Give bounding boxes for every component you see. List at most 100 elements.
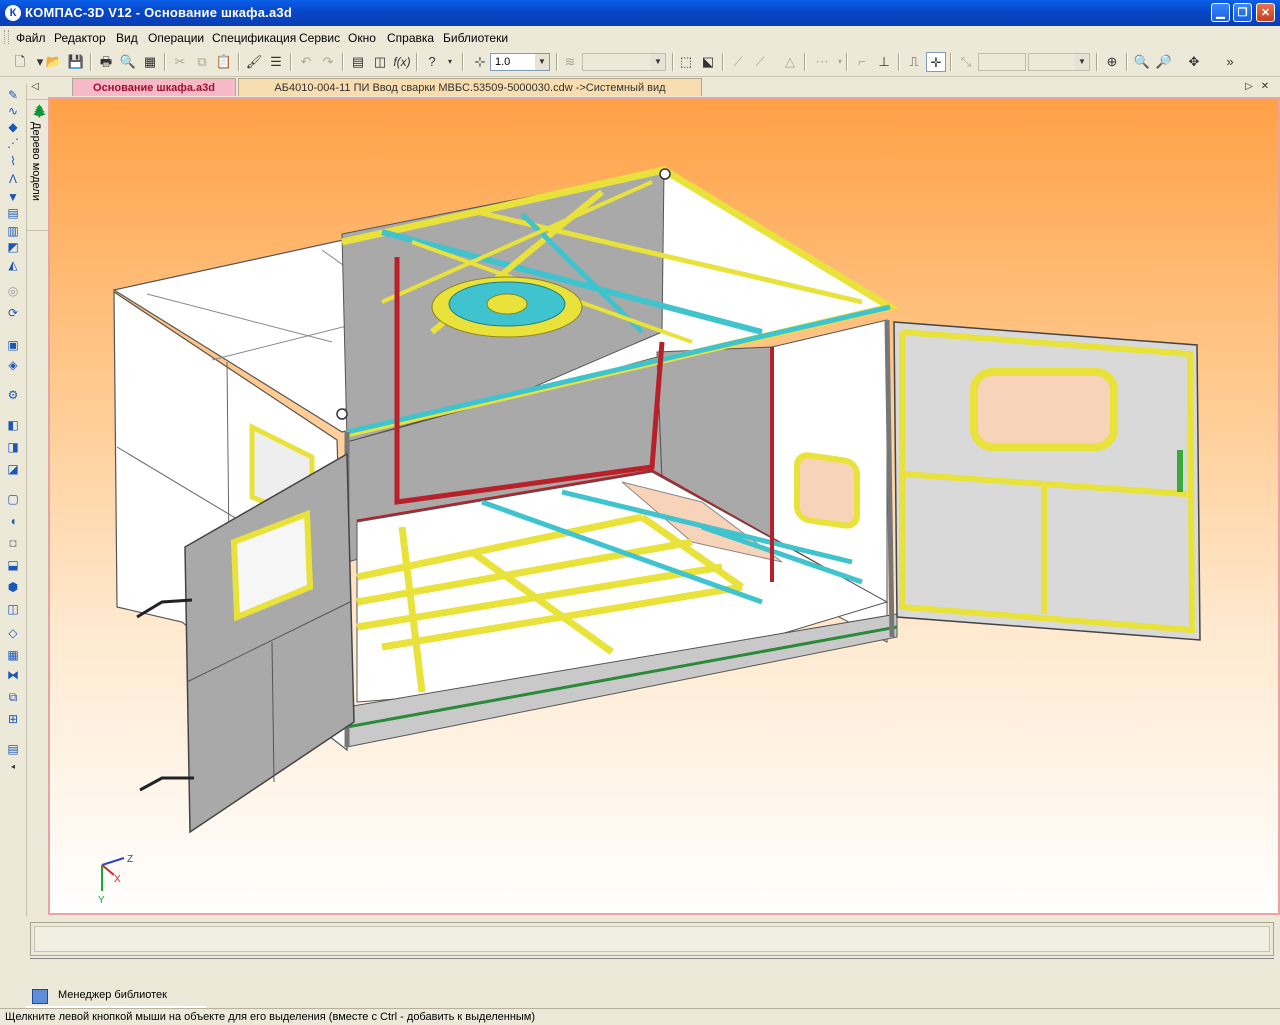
insert-component-icon[interactable]: ⊞ [4,710,22,728]
new-document-icon[interactable]: 🗋 [10,52,30,72]
cut-extrude-icon[interactable]: ◧ [4,416,22,434]
kompas-app-icon[interactable]: К [5,5,21,21]
tree-icon: 🌲 [32,104,47,118]
tab-osnovanie-shkafa[interactable]: Основание шкафа.a3d [72,78,236,96]
cabinet-model[interactable] [50,99,1278,913]
manager-icon[interactable]: ▤ [348,52,368,72]
pan-icon[interactable]: ✥ [1184,52,1204,72]
toolbar-separator [342,53,344,71]
model-tree-panel[interactable]: 🌲 Дерево модели [26,99,50,231]
dimension2-icon[interactable]: ⟋ [750,52,770,72]
library-manager-tab[interactable]: Менеджер библиотек [26,986,206,1008]
help-cursor-icon[interactable]: ? [422,52,442,72]
spec-icon[interactable]: ▤ [4,204,22,222]
assembly-icon[interactable]: ⚙ [4,386,22,404]
mirror-icon[interactable]: ⬓ [4,556,22,574]
toolbar-separator [1096,53,1098,71]
sketch-icon[interactable]: ⬚ [676,52,696,72]
command-line[interactable] [30,958,1274,981]
coord-y-field[interactable]: ▼ [1028,53,1090,71]
step-combo[interactable]: 1.0 ▼ [490,53,550,71]
tab-scroll-right-icon[interactable]: ▷ [1242,78,1256,96]
mate-icon[interactable]: ⧓ [4,666,22,684]
layer-combo[interactable]: ▼ [582,53,666,71]
undo-icon[interactable]: ↶ [296,52,316,72]
menu-help[interactable]: Справка [387,31,434,45]
menu-window[interactable]: Окно [348,31,376,45]
array-icon[interactable]: ⋰ [4,134,22,152]
menu-file[interactable]: Файл [16,31,46,45]
hole-icon[interactable]: ◨ [4,438,22,456]
format-brush-icon[interactable]: 🖌 [244,52,264,72]
more-tools-icon[interactable]: ◂ [4,758,22,776]
chevron-down-icon[interactable]: ▼ [651,54,665,70]
curve-icon[interactable]: ⟳ [4,304,22,322]
zoom-window-icon[interactable]: ⊕ [1102,52,1122,72]
close-button[interactable]: ✕ [1256,3,1275,22]
zoom-out-icon[interactable]: 🔎 [1154,52,1174,72]
section-icon[interactable]: ⬢ [4,578,22,596]
menu-specification[interactable]: Спецификация [212,31,296,45]
bend-icon[interactable]: ◩ [4,238,22,256]
property-panel-content[interactable] [34,926,1270,952]
restore-button[interactable]: ❐ [1233,3,1252,22]
redo-icon[interactable]: ↷ [318,52,338,72]
chamfer-icon[interactable]: ◘ [4,534,22,552]
snap-toggle-icon[interactable]: ✛ [926,52,946,72]
sheet-metal-icon[interactable]: ◭ [4,256,22,274]
rib-icon[interactable]: ◪ [4,460,22,478]
toolbar-overflow-icon[interactable]: » [1220,52,1240,72]
pattern-icon[interactable]: ▦ [4,646,22,664]
minimize-button[interactable]: ▁ [1211,3,1230,22]
tab-scroll-left-icon[interactable]: ◁ [28,78,42,96]
menu-edit[interactable]: Редактор [54,31,106,45]
toolbar-separator [804,53,806,71]
menu-service[interactable]: Сервис [299,31,340,45]
fillet-icon[interactable]: ◖ [4,512,22,530]
grid-icon[interactable]: ⋯ [812,52,832,72]
snap-icon[interactable]: ⌐ [852,52,872,72]
ortho-icon[interactable]: ⎍ [904,52,924,72]
menu-view[interactable]: Вид [116,31,138,45]
sketch-edit-icon[interactable]: ⬕ [698,52,718,72]
formula-icon[interactable]: f(x) [392,52,412,72]
attach-icon[interactable]: ⌇ [4,152,22,170]
preview-icon[interactable]: ▦ [140,52,160,72]
dimension-icon[interactable]: ⟋ [728,52,748,72]
handle-icon[interactable] [139,776,194,792]
menu-libraries[interactable]: Библиотеки [443,31,508,45]
help-dropdown-icon[interactable]: ▾ [440,52,460,72]
rotate-icon[interactable]: ◈ [4,356,22,374]
menu-grip[interactable] [4,30,9,44]
plane-icon[interactable]: ◇ [4,624,22,642]
constraint-icon[interactable]: △ [780,52,800,72]
layers-icon[interactable]: ◫ [370,52,390,72]
menu-operations[interactable]: Операции [148,31,204,45]
shell-icon[interactable]: ▢ [4,490,22,508]
coordinates-icon[interactable]: ⤡ [956,52,976,72]
print-icon[interactable]: 🖶 [96,52,116,72]
camera-icon[interactable]: ◎ [4,282,22,300]
coord-x-field[interactable] [978,53,1026,71]
cut-icon[interactable]: ✂ [170,52,190,72]
local-cs-icon[interactable]: ⊹ [470,52,490,72]
chevron-down-icon[interactable]: ▼ [1075,54,1089,70]
save-icon[interactable]: 💾 [66,52,86,72]
open-folder-icon[interactable]: 📂 [44,52,64,72]
chevron-down-icon[interactable]: ▼ [535,54,549,70]
measure-icon[interactable]: Λ [4,170,22,188]
zoom-in-icon[interactable]: 🔍 [1132,52,1152,72]
paste-icon[interactable]: 📋 [214,52,234,72]
layer-icon[interactable]: ≋ [560,52,580,72]
model-viewport[interactable]: Z X Y [48,97,1280,915]
axis-icon[interactable]: ⊥ [874,52,894,72]
extrude-icon[interactable]: ▣ [4,336,22,354]
tab-close-icon[interactable]: ✕ [1258,78,1272,96]
properties-icon[interactable]: ☰ [266,52,286,72]
move-component-icon[interactable]: ⧉ [4,688,22,706]
print-preview-icon[interactable]: 🔍 [118,52,138,72]
box-icon[interactable]: ◫ [4,600,22,618]
copy-icon[interactable]: ⧉ [192,52,212,72]
library-icon[interactable]: ▤ [4,740,22,758]
tab-ab4010-drawing[interactable]: АБ4010-004-11 ПИ Ввод сварки МВБС.53509-… [238,78,702,96]
